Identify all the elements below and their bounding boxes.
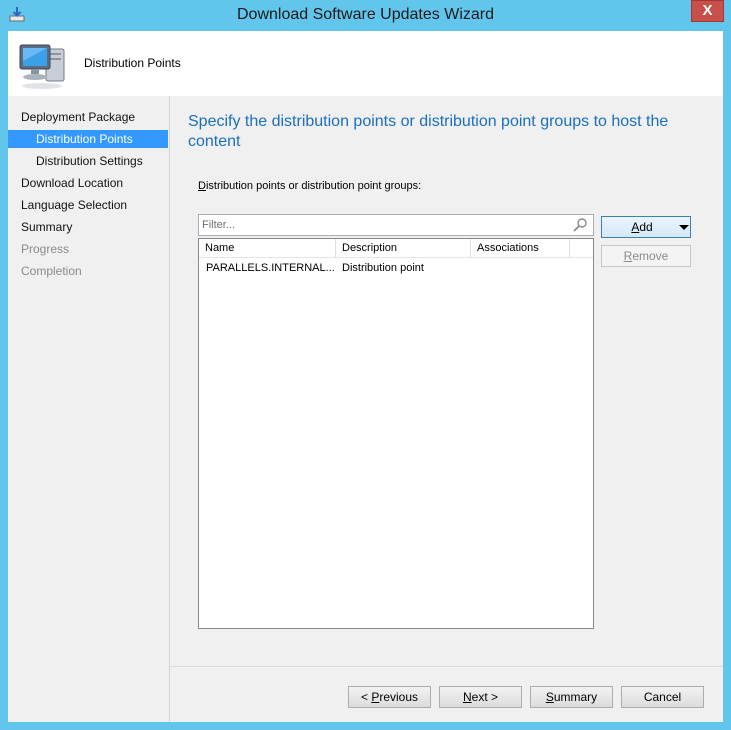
- list-header: Name Description Associations: [199, 239, 593, 258]
- summary-button[interactable]: Summary: [530, 686, 613, 708]
- distribution-points-label: Distribution points or distribution poin…: [198, 180, 422, 192]
- search-icon[interactable]: [572, 217, 588, 233]
- wizard-steps-sidebar: Deployment Package Distribution Points D…: [8, 96, 170, 722]
- wizard-window: Download Software Updates Wizard X Distr…: [0, 0, 731, 730]
- row-associations-cell: [471, 259, 570, 277]
- add-button-label: Add: [631, 220, 653, 234]
- title-bar[interactable]: Download Software Updates Wizard X: [0, 0, 731, 32]
- filter-input[interactable]: [202, 217, 562, 233]
- sidebar-item-summary[interactable]: Summary: [8, 218, 168, 236]
- sidebar-item-completion: Completion: [21, 264, 82, 278]
- chevron-down-icon[interactable]: [679, 225, 689, 230]
- row-name-cell: PARALLELS.INTERNAL...: [206, 262, 335, 274]
- computer-icon: [19, 44, 65, 89]
- distribution-points-list[interactable]: Name Description Associations PARALLELS.…: [198, 238, 594, 629]
- wizard-body: Distribution Points Deployment Package D…: [8, 31, 723, 722]
- filter-box[interactable]: [198, 214, 594, 236]
- column-header-name[interactable]: Name: [199, 239, 336, 258]
- remove-button: Remove: [601, 245, 691, 267]
- header-title: Distribution Points: [84, 56, 181, 70]
- add-button[interactable]: Add: [601, 216, 691, 238]
- wizard-header: Distribution Points: [8, 31, 723, 96]
- window-title: Download Software Updates Wizard: [236, 6, 494, 23]
- row-description-cell: Distribution point: [342, 262, 424, 274]
- sidebar-item-deployment-package[interactable]: Deployment Package: [8, 108, 168, 126]
- table-row[interactable]: PARALLELS.INTERNAL... Distribution point: [199, 259, 593, 277]
- previous-button[interactable]: < Previous: [348, 686, 431, 708]
- sidebar-item-distribution-settings[interactable]: Distribution Settings: [8, 152, 168, 170]
- page-heading: Specify the distribution points or distr…: [188, 113, 669, 150]
- sidebar-item-progress: Progress: [21, 242, 70, 256]
- sidebar-item-download-location[interactable]: Download Location: [8, 174, 168, 192]
- cancel-button[interactable]: Cancel: [621, 686, 704, 708]
- sidebar-item-distribution-points[interactable]: Distribution Points: [8, 130, 168, 148]
- wizard-content: Specify the distribution points or distr…: [170, 96, 723, 666]
- wizard-footer: < Previous Next > Summary Cancel: [170, 666, 723, 722]
- column-header-description[interactable]: Description: [336, 239, 471, 258]
- column-header-associations[interactable]: Associations: [471, 239, 570, 258]
- sidebar-item-language-selection[interactable]: Language Selection: [8, 196, 168, 214]
- next-button[interactable]: Next >: [439, 686, 522, 708]
- close-button[interactable]: X: [691, 0, 724, 22]
